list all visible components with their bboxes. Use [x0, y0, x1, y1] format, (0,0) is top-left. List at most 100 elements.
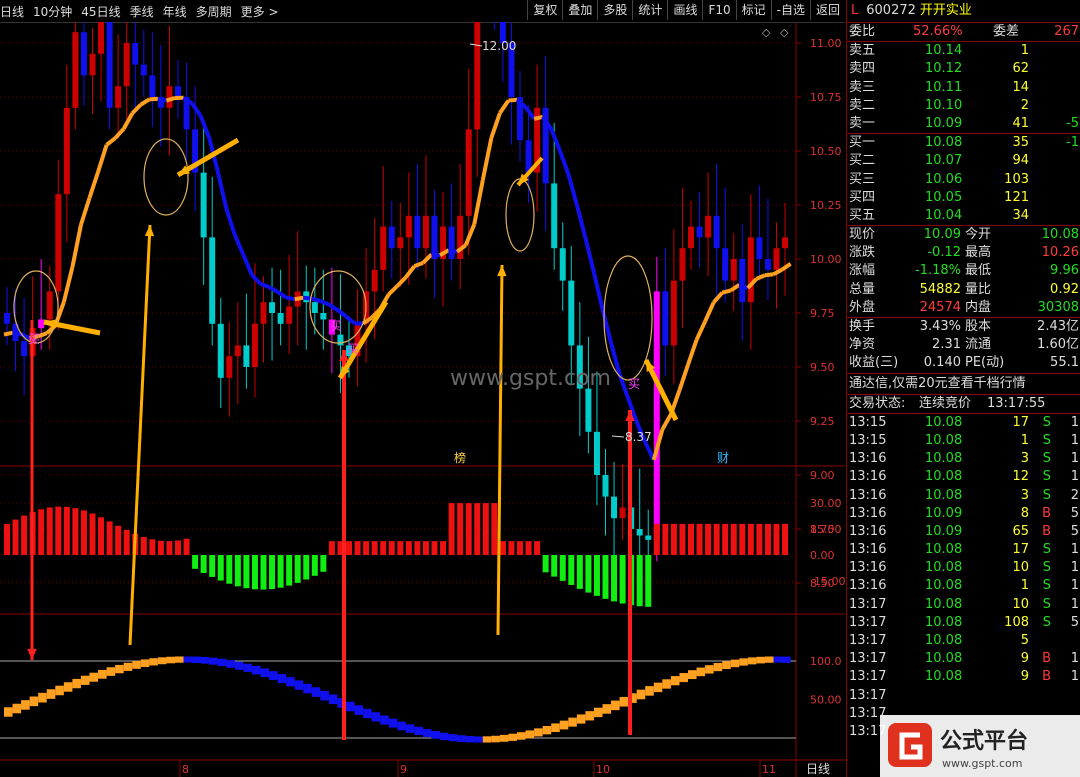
trend-segment	[489, 112, 502, 139]
tick-row[interactable]: 13:16 10.08 10 S 1	[847, 559, 1080, 577]
book-row[interactable]: 卖五 10.14 1	[847, 42, 1080, 60]
candle-body	[653, 291, 660, 540]
multi-stock-button[interactable]: 多股	[597, 0, 632, 20]
restore-rights-button[interactable]: 复权	[527, 0, 562, 20]
macd-bar	[491, 503, 498, 555]
stock-name[interactable]: 开开实业	[920, 3, 972, 18]
trend-segment	[592, 272, 605, 310]
fundamental-stats: 换手 3.43% 股本 2.43亿 净资 2.31 流通 1.60亿 收益(三) 0.140 PE(…	[847, 318, 1080, 374]
stock-code[interactable]: 600272	[866, 3, 916, 18]
macd-bar	[422, 541, 429, 555]
weibi-value: 52.66%	[913, 24, 963, 39]
mark-button[interactable]: 标记	[735, 0, 771, 20]
status-label: 交易状态:	[849, 395, 906, 411]
status-time: 13:17:55	[987, 395, 1046, 411]
tick-row[interactable]: 13:16 10.09 65 B 5	[847, 523, 1080, 541]
trend-segment	[198, 115, 212, 139]
book-price: 10.11	[925, 79, 963, 95]
tick-row[interactable]: 13:16 10.08 3 S 2	[847, 487, 1080, 505]
overlay-button[interactable]: 叠加	[562, 0, 597, 20]
book-row[interactable]: 买二 10.07 94	[847, 152, 1080, 170]
level2-notice[interactable]: 通达信,仅需20元查看千档行情	[847, 374, 1080, 395]
book-row[interactable]: 卖四 10.12 62	[847, 60, 1080, 78]
trend-segment	[703, 301, 716, 323]
tick-time: 13:16	[849, 542, 887, 558]
trend-segment	[96, 144, 109, 173]
tick-row[interactable]: 13:17 10.08 9 B 1	[847, 650, 1080, 668]
book-row[interactable]: 卖二 10.10 2	[847, 97, 1080, 115]
candle-body	[226, 356, 233, 378]
statistics-button[interactable]: 统计	[632, 0, 667, 20]
quote-row: 涨幅 -1.18% 最低 9.96	[847, 262, 1080, 280]
back-button[interactable]: 返回	[809, 0, 845, 20]
macd-bar	[363, 541, 370, 555]
tick-row[interactable]: 13:16 10.08 12 S 1	[847, 468, 1080, 486]
arrow-head	[144, 225, 155, 237]
period-label: 日线	[806, 762, 830, 776]
candle-body	[670, 280, 677, 346]
tick-price: 10.08	[925, 487, 963, 503]
tick-price: 10.09	[925, 523, 963, 539]
tick-row[interactable]: 13:16 10.08 1 S 1	[847, 577, 1080, 595]
osc-segment	[576, 714, 586, 724]
tick-row[interactable]: 13:17 10.08 5	[847, 632, 1080, 650]
book-price: 10.05	[925, 189, 963, 205]
book-volume: 2	[1020, 97, 1029, 113]
tick-row[interactable]: 13:17 10.08 108 S 5	[847, 614, 1080, 632]
candle-body	[260, 302, 267, 324]
macd-bar	[4, 523, 10, 555]
tick-row[interactable]: 13:17	[847, 687, 1080, 705]
signal-circle	[505, 178, 535, 252]
tab-45day[interactable]: 45日线	[81, 3, 120, 20]
tick-side: S	[1042, 542, 1051, 558]
tick-volume: 108	[1004, 614, 1029, 630]
osc-segment	[388, 718, 398, 728]
osc-segment	[782, 656, 791, 663]
book-row[interactable]: 买四 10.05 121	[847, 189, 1080, 207]
osc-segment	[363, 708, 372, 719]
tab-day[interactable]: 日线	[0, 3, 24, 20]
tab-multi-period[interactable]: 多周期	[196, 3, 232, 20]
tick-price: 10.08	[925, 596, 963, 612]
tick-row[interactable]: 13:16 10.09 8 B 5	[847, 505, 1080, 523]
tick-row[interactable]: 13:15 10.08 17 S 1	[847, 414, 1080, 432]
osc-segment	[192, 656, 201, 663]
candle-body	[679, 248, 686, 281]
f10-button[interactable]: F10	[702, 0, 735, 20]
tick-row[interactable]: 13:17 10.08 9 B 1	[847, 668, 1080, 686]
kline-chart[interactable]: 买买买买12.008.37榜财 12.0011.7511.5011.2511.0…	[0, 22, 845, 777]
remove-favorite-button[interactable]: -自选	[770, 0, 810, 20]
tab-season[interactable]: 季线	[130, 3, 154, 20]
candle-body	[465, 129, 472, 216]
arrow-shaft	[337, 300, 389, 380]
book-row[interactable]: 买三 10.06 103	[847, 171, 1080, 189]
osc-segment	[397, 721, 406, 731]
tick-row[interactable]: 13:17 10.08 10 S 1	[847, 596, 1080, 614]
trend-segment	[721, 288, 732, 295]
macd-bar	[534, 541, 541, 555]
trend-segment	[712, 291, 724, 304]
tick-side: B	[1042, 523, 1051, 539]
tick-row[interactable]: 13:16 10.08 17 S 1	[847, 541, 1080, 559]
weicha-label: 委差	[993, 24, 1020, 39]
candle-body	[63, 107, 70, 195]
book-row[interactable]: 卖一 10.09 41 -5	[847, 115, 1080, 133]
macd-bar	[542, 555, 549, 573]
tick-price: 10.08	[925, 614, 963, 630]
book-row[interactable]: 买一 10.08 35 -1	[847, 134, 1080, 152]
osc-segment	[12, 703, 22, 714]
tick-side: B	[1042, 505, 1051, 521]
signal-arrow	[27, 320, 37, 660]
tab-more[interactable]: 更多 >	[241, 3, 279, 20]
tick-list[interactable]: 13:15 10.08 17 S 1 13:15 10.08 1 S 1 13:16 10.08 3 S 1…	[847, 414, 1080, 741]
tick-volume: 65	[1012, 523, 1029, 539]
tab-year[interactable]: 年线	[163, 3, 187, 20]
book-row[interactable]: 买五 10.04 34	[847, 207, 1080, 225]
draw-line-button[interactable]: 画线	[667, 0, 702, 20]
tick-row[interactable]: 13:15 10.08 1 S 1	[847, 432, 1080, 450]
book-row[interactable]: 卖三 10.11 14	[847, 79, 1080, 97]
candle-body	[764, 259, 771, 270]
tab-10min[interactable]: 10分钟	[33, 3, 72, 20]
tick-row[interactable]: 13:16 10.08 3 S 1	[847, 450, 1080, 468]
osc-segment	[747, 657, 757, 665]
